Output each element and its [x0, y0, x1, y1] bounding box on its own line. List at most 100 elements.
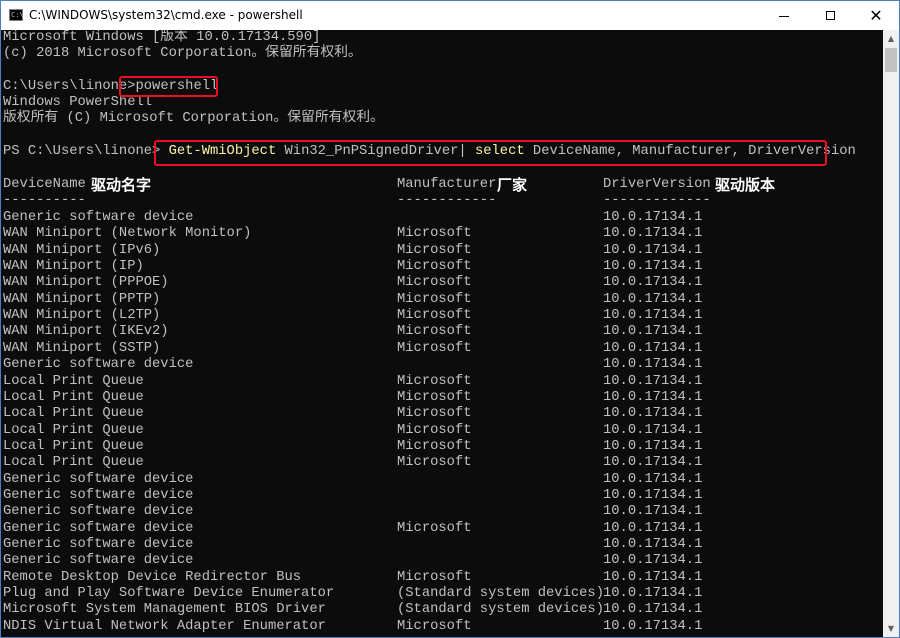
- highlight-wmi-command: [154, 140, 827, 166]
- driver-name: Remote Desktop Device Redirector Bus: [3, 570, 302, 585]
- annotation-device-name: 驱动名字: [91, 176, 152, 194]
- driver-name: Local Print Queue: [3, 439, 144, 454]
- driver-version: 10.0.17134.1: [603, 243, 703, 258]
- driver-version: 10.0.17134.1: [603, 292, 703, 307]
- driver-name: NDIS Virtual Network Adapter Enumerator: [3, 619, 326, 634]
- driver-version: 10.0.17134.1: [603, 226, 703, 241]
- scroll-down-icon[interactable]: ▼: [883, 620, 899, 637]
- window-title: C:\WINDOWS\system32\cmd.exe - powershell: [29, 8, 303, 22]
- driver-version: 10.0.17134.1: [603, 423, 703, 438]
- column-rule-devicename: ----------: [3, 193, 86, 208]
- column-rule-driverversion: -------------: [603, 193, 711, 208]
- driver-manufacturer: Microsoft: [397, 292, 472, 307]
- driver-name: WAN Miniport (IPv6): [3, 243, 161, 258]
- driver-version: 10.0.17134.1: [603, 341, 703, 356]
- driver-name: WAN Miniport (Network Monitor): [3, 226, 252, 241]
- driver-manufacturer: Microsoft: [397, 619, 472, 634]
- driver-version: 10.0.17134.1: [603, 406, 703, 421]
- driver-manufacturer: Microsoft: [397, 275, 472, 290]
- driver-name: WAN Miniport (L2TP): [3, 308, 161, 323]
- title-bar[interactable]: C:\ C:\WINDOWS\system32\cmd.exe - powers…: [1, 1, 899, 30]
- driver-manufacturer: Microsoft: [397, 324, 472, 339]
- column-header-devicename: DeviceName: [3, 177, 86, 192]
- console-line-ps-banner: Windows PowerShell: [3, 95, 153, 110]
- driver-manufacturer: (Standard system devices): [397, 586, 604, 601]
- cmd-icon[interactable]: C:\: [9, 9, 24, 21]
- driver-manufacturer: Microsoft: [397, 259, 472, 274]
- driver-version: 10.0.17134.1: [603, 259, 703, 274]
- driver-name: Generic software device: [3, 537, 194, 552]
- ps-prompt: PS C:\Users\linone>: [3, 144, 169, 159]
- driver-version: 10.0.17134.1: [603, 504, 703, 519]
- maximize-button[interactable]: [807, 1, 853, 30]
- driver-manufacturer: Microsoft: [397, 406, 472, 421]
- driver-version: 10.0.17134.1: [603, 210, 703, 225]
- driver-manufacturer: Microsoft: [397, 521, 472, 536]
- driver-version: 10.0.17134.1: [603, 488, 703, 503]
- console-output[interactable]: Microsoft Windows [版本 10.0.17134.590] (c…: [1, 30, 883, 637]
- close-button[interactable]: ✕: [853, 1, 899, 30]
- driver-name: Generic software device: [3, 521, 194, 536]
- driver-name: Local Print Queue: [3, 455, 144, 470]
- driver-name: WAN Miniport (IKEv2): [3, 324, 169, 339]
- column-rule-manufacturer: ------------: [397, 193, 497, 208]
- driver-name: Generic software device: [3, 488, 194, 503]
- driver-version: 10.0.17134.1: [603, 390, 703, 405]
- maximize-icon: [825, 11, 835, 20]
- driver-version: 10.0.17134.1: [603, 553, 703, 568]
- column-header-driverversion: DriverVersion: [603, 177, 711, 192]
- driver-version: 10.0.17134.1: [603, 619, 703, 634]
- minimize-button[interactable]: [761, 1, 807, 30]
- driver-version: 10.0.17134.1: [603, 275, 703, 290]
- driver-name: Local Print Queue: [3, 406, 144, 421]
- driver-version: 10.0.17134.1: [603, 439, 703, 454]
- driver-version: 10.0.17134.1: [603, 586, 703, 601]
- column-header-manufacturer: Manufacturer: [397, 177, 497, 192]
- driver-name: Local Print Queue: [3, 374, 144, 389]
- driver-name: WAN Miniport (PPTP): [3, 292, 161, 307]
- driver-name: Generic software device: [3, 553, 194, 568]
- scroll-up-icon[interactable]: ▲: [883, 30, 899, 47]
- driver-manufacturer: Microsoft: [397, 243, 472, 258]
- driver-version: 10.0.17134.1: [603, 324, 703, 339]
- driver-name: Local Print Queue: [3, 390, 144, 405]
- driver-version: 10.0.17134.1: [603, 537, 703, 552]
- driver-version: 10.0.17134.1: [603, 521, 703, 536]
- minimize-icon: [779, 16, 789, 17]
- driver-version: 10.0.17134.1: [603, 602, 703, 617]
- highlight-powershell-command: [119, 76, 218, 97]
- scroll-thumb[interactable]: [885, 48, 897, 72]
- driver-name: Plug and Play Software Device Enumerator: [3, 586, 335, 601]
- driver-manufacturer: Microsoft: [397, 390, 472, 405]
- cmd-window: C:\ C:\WINDOWS\system32\cmd.exe - powers…: [0, 0, 900, 638]
- driver-name: WAN Miniport (SSTP): [3, 341, 161, 356]
- driver-name: Generic software device: [3, 210, 194, 225]
- driver-version: 10.0.17134.1: [603, 455, 703, 470]
- vertical-scrollbar[interactable]: ▲ ▼: [883, 30, 899, 637]
- driver-manufacturer: Microsoft: [397, 455, 472, 470]
- console-line-ps-copyright: 版权所有 (C) Microsoft Corporation。保留所有权利。: [3, 111, 384, 126]
- driver-manufacturer: (Standard system devices): [397, 602, 604, 617]
- driver-manufacturer: Microsoft: [397, 439, 472, 454]
- driver-name: Generic software device: [3, 357, 194, 372]
- driver-name: Local Print Queue: [3, 423, 144, 438]
- cmd-prompt: C:\Users\linone>: [3, 79, 136, 94]
- driver-version: 10.0.17134.1: [603, 374, 703, 389]
- driver-manufacturer: Microsoft: [397, 226, 472, 241]
- driver-manufacturer: Microsoft: [397, 341, 472, 356]
- cmd-icon-glyph: C:\: [11, 11, 24, 19]
- driver-name: WAN Miniport (PPPOE): [3, 275, 169, 290]
- annotation-manufacturer: 厂家: [497, 176, 528, 194]
- console-line-version: Microsoft Windows [版本 10.0.17134.590]: [3, 30, 321, 45]
- driver-manufacturer: Microsoft: [397, 308, 472, 323]
- driver-version: 10.0.17134.1: [603, 357, 703, 372]
- driver-name: Generic software device: [3, 472, 194, 487]
- driver-version: 10.0.17134.1: [603, 570, 703, 585]
- driver-manufacturer: Microsoft: [397, 374, 472, 389]
- driver-version: 10.0.17134.1: [603, 472, 703, 487]
- driver-manufacturer: Microsoft: [397, 423, 472, 438]
- annotation-driver-version: 驱动版本: [715, 176, 776, 194]
- driver-name: Generic software device: [3, 504, 194, 519]
- close-icon: ✕: [869, 5, 883, 25]
- console-line-copyright: (c) 2018 Microsoft Corporation。保留所有权利。: [3, 46, 362, 61]
